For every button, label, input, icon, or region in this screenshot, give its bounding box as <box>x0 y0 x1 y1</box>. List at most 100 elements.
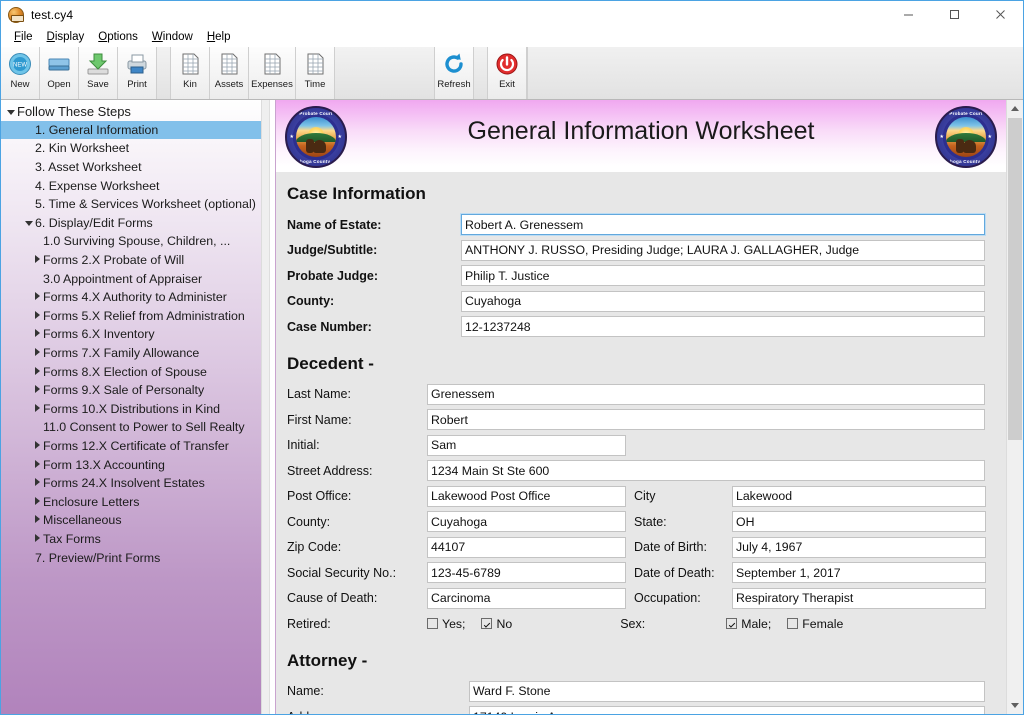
sidebar-item-2-kin-worksheet[interactable]: ·2. Kin Worksheet <box>1 139 269 158</box>
chevron-right-icon[interactable] <box>31 255 43 265</box>
decedent-field-input[interactable]: July 4, 1967 <box>732 536 986 558</box>
decedent-field-input[interactable]: Lakewood Post Office <box>427 485 626 507</box>
toolbar-expenses-button[interactable]: Expenses <box>249 47 296 99</box>
attorney-field-input[interactable]: 17140 Lorain Avenue <box>469 706 985 714</box>
sidebar-item-11-0-consent-to-power-to-sell-realty[interactable]: ·11.0 Consent to Power to Sell Realty <box>1 418 269 437</box>
decedent-field-input[interactable]: OH <box>732 511 986 533</box>
sidebar-item-4-expense-worksheet[interactable]: ·4. Expense Worksheet <box>1 176 269 195</box>
decedent-initial-input[interactable]: Sam <box>427 434 626 456</box>
case-field-input[interactable]: Philip T. Justice <box>461 265 985 287</box>
sidebar-item-3-asset-worksheet[interactable]: ·3. Asset Worksheet <box>1 158 269 177</box>
sidebar-item-forms-6-x-inventory[interactable]: Forms 6.X Inventory <box>1 325 269 344</box>
sidebar-item-1-0-surviving-spouse-children[interactable]: ·1.0 Surviving Spouse, Children, ... <box>1 232 269 251</box>
chevron-down-icon[interactable] <box>5 107 17 116</box>
maximize-icon[interactable] <box>931 1 977 28</box>
chevron-down-icon[interactable] <box>23 218 35 227</box>
menu-options[interactable]: Options <box>91 28 145 47</box>
sidebar-item-3-0-appointment-of-appraiser[interactable]: ·3.0 Appointment of Appraiser <box>1 269 269 288</box>
sidebar-item-form-13-x-accounting[interactable]: Form 13.X Accounting <box>1 455 269 474</box>
toolbar-assets-button[interactable]: Assets <box>210 47 249 99</box>
retired-no-checkbox[interactable]: No <box>481 617 512 631</box>
decedent-field-input[interactable]: Respiratory Therapist <box>732 587 986 609</box>
sidebar-item-forms-5-x-relief-from-administration[interactable]: Forms 5.X Relief from Administration <box>1 307 269 326</box>
chevron-right-icon[interactable] <box>31 533 43 544</box>
sidebar-item-1-general-information[interactable]: ·1. General Information <box>1 120 261 140</box>
chevron-right-icon[interactable] <box>31 348 43 358</box>
checkbox-box[interactable] <box>427 618 438 630</box>
chevron-right-icon[interactable] <box>31 496 43 507</box>
toolbar-print-button[interactable]: Print <box>118 47 157 99</box>
sidebar-item-7-preview-print-forms[interactable]: ·7. Preview/Print Forms <box>1 548 269 567</box>
checkbox-box[interactable] <box>726 618 738 630</box>
sidebar-item-forms-8-x-election-of-spouse[interactable]: Forms 8.X Election of Spouse <box>1 362 269 381</box>
chevron-right-icon[interactable] <box>31 366 43 377</box>
case-field-input[interactable]: ANTHONY J. RUSSO, Presiding Judge; LAURA… <box>461 239 985 261</box>
menu-file[interactable]: FFileile <box>7 28 40 47</box>
case-field-input[interactable]: Cuyahoga <box>461 290 985 312</box>
decedent-field-input[interactable]: Carcinoma <box>427 587 626 609</box>
attorney-heading: Attorney - <box>287 650 368 670</box>
toolbar-time-button[interactable]: Time <box>296 47 335 99</box>
close-icon[interactable] <box>977 1 1023 28</box>
decedent-field-input[interactable]: Robert <box>427 409 985 431</box>
form-row: Social Security No.: 123-45-6789 Date of D… <box>276 560 1006 586</box>
scroll-up-icon[interactable] <box>1007 100 1023 117</box>
chevron-right-icon[interactable] <box>31 403 43 414</box>
form-row: Last Name: Grenessem <box>276 382 1006 408</box>
menu-help[interactable]: Help <box>200 28 238 47</box>
sidebar-item-5-time-services-worksheet-optional[interactable]: ·5. Time & Services Worksheet (optional) <box>1 195 269 214</box>
chevron-right-icon[interactable] <box>31 515 43 525</box>
checkbox-box[interactable] <box>481 618 493 630</box>
decedent-field-input[interactable]: 44107 <box>427 536 626 558</box>
sidebar-item-tax-forms[interactable]: Tax Forms <box>1 530 269 549</box>
sidebar-item-forms-12-x-certificate-of-transfer[interactable]: Forms 12.X Certificate of Transfer <box>1 437 269 456</box>
page-title: General Information Worksheet <box>467 117 815 145</box>
chevron-right-icon[interactable] <box>31 440 43 451</box>
sex-male-checkbox[interactable]: Male; <box>726 617 771 631</box>
sidebar-item-forms-9-x-sale-of-personalty[interactable]: Forms 9.X Sale of Personalty <box>1 381 269 400</box>
attorney-field-input[interactable]: Ward F. Stone <box>469 680 985 702</box>
decedent-field-input[interactable]: Cuyahoga <box>427 511 626 533</box>
minimize-icon[interactable] <box>885 1 931 28</box>
chevron-right-icon[interactable] <box>31 329 43 339</box>
checkbox-box[interactable] <box>787 618 799 630</box>
toolbar-kin-button[interactable]: Kin <box>171 47 210 99</box>
sidebar-item-enclosure-letters[interactable]: Enclosure Letters <box>1 492 269 511</box>
sidebar-item-forms-2-x-probate-of-will[interactable]: Forms 2.X Probate of Will <box>1 251 269 270</box>
toolbar-save-button[interactable]: Save <box>79 47 118 99</box>
sidebar-item-label: 1.0 Surviving Spouse, Children, ... <box>43 234 231 249</box>
sidebar-item-miscellaneous[interactable]: Miscellaneous <box>1 511 269 530</box>
sex-female-checkbox[interactable]: Female <box>787 617 843 631</box>
sidebar-item-forms-10-x-distributions-in-kind[interactable]: Forms 10.X Distributions in Kind <box>1 400 269 419</box>
decedent-field-input[interactable]: Grenessem <box>427 383 985 405</box>
menu-display[interactable]: Display <box>40 28 92 47</box>
case-field-input[interactable]: Robert A. Grenessem <box>460 213 986 237</box>
decedent-field-input[interactable]: September 1, 2017 <box>732 562 986 584</box>
grid-sheet-icon <box>300 49 330 79</box>
form-row: Case Number: 12-1237248 <box>276 314 1006 340</box>
decedent-field-input[interactable]: 123-45-6789 <box>427 562 626 584</box>
scroll-down-icon[interactable] <box>1007 697 1023 714</box>
sidebar-item-forms-4-x-authority-to-administer[interactable]: Forms 4.X Authority to Administer <box>1 288 269 307</box>
content-scrollbar[interactable] <box>1006 100 1023 714</box>
toolbar-refresh-button[interactable]: Refresh <box>435 47 474 99</box>
chevron-right-icon[interactable] <box>31 292 43 302</box>
chevron-right-icon[interactable] <box>31 310 43 321</box>
chevron-right-icon[interactable] <box>31 478 43 488</box>
toolbar-exit-button[interactable]: Exit <box>488 47 527 99</box>
sidebar-item-6-display-edit-forms[interactable]: 6. Display/Edit Forms <box>1 214 269 233</box>
sidebar-root-follow-these-steps[interactable]: Follow These Steps <box>1 102 269 121</box>
sidebar-item-forms-7-x-family-allowance[interactable]: Forms 7.X Family Allowance <box>1 344 269 363</box>
chevron-right-icon[interactable] <box>31 385 43 395</box>
menu-window[interactable]: Window <box>145 28 200 47</box>
sidebar-scrollbar[interactable] <box>261 100 269 714</box>
case-field-input[interactable]: 12-1237248 <box>461 316 985 338</box>
retired-yes-checkbox[interactable]: Yes; <box>427 617 465 631</box>
decedent-street-input[interactable]: 1234 Main St Ste 600 <box>427 460 985 482</box>
content-scrollbar-thumb[interactable] <box>1008 118 1022 440</box>
sidebar-item-forms-24-x-insolvent-estates[interactable]: Forms 24.X Insolvent Estates <box>1 474 269 493</box>
decedent-field-input[interactable]: Lakewood <box>732 485 986 507</box>
chevron-right-icon[interactable] <box>31 459 43 470</box>
toolbar-open-button[interactable]: Open <box>40 47 79 99</box>
toolbar-new-button[interactable]: NEW New <box>1 47 40 99</box>
